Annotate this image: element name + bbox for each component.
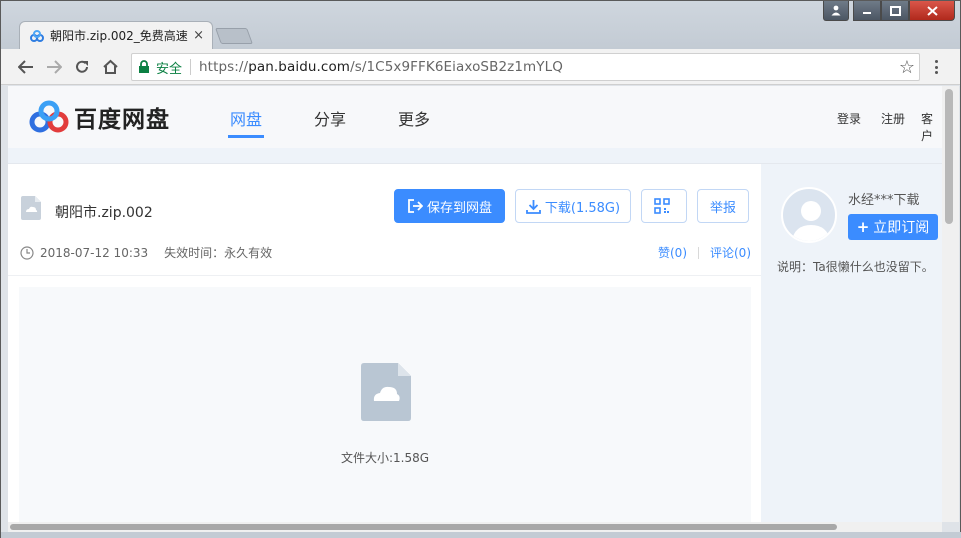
default-avatar-icon [791, 201, 831, 241]
bookmark-star-icon[interactable]: ☆ [899, 57, 915, 78]
feedback-links: 赞(0) 评论(0) [658, 244, 751, 261]
qr-code-icon [654, 198, 670, 214]
new-tab-button[interactable] [215, 28, 253, 44]
register-link[interactable]: 注册 [881, 110, 905, 127]
browser-toolbar: 安全 https://pan.baidu.com/s/1C5x9FFK6Eiax… [1, 49, 960, 85]
baidu-pan-favicon-icon [30, 29, 44, 42]
url-path: /s/1C5x9FFK6EiaxoSB2z1mYLQ [350, 59, 563, 75]
vertical-scroll-thumb[interactable] [945, 89, 953, 224]
baidu-pan-logo-icon [29, 100, 69, 133]
browser-window: 朝阳市.zip.002_免费高速 × 安全 https://pan.baidu.… [0, 0, 961, 538]
nav-netdisk[interactable]: 网盘 [227, 106, 265, 138]
logo-text: 百度网盘 [74, 107, 170, 133]
login-link[interactable]: 登录 [837, 110, 861, 127]
save-to-netdisk-button[interactable]: 保存到网盘 [394, 189, 505, 223]
subscribe-button[interactable]: + 立即订阅 [848, 214, 938, 240]
like-link[interactable]: 赞(0) [658, 244, 687, 261]
expiry-text: 失效时间：永久有效 [164, 246, 273, 260]
window-controls [823, 1, 955, 21]
person-icon [831, 5, 841, 16]
file-size-text: 文件大小:1.58G [340, 451, 430, 465]
clock-icon [20, 245, 34, 260]
lock-icon [139, 60, 149, 73]
title-bar: 朝阳市.zip.002_免费高速 × [1, 1, 960, 49]
sharer-description: 说明：Ta很懒什么也没留下。 [777, 260, 934, 274]
browser-menu-button[interactable] [928, 58, 944, 76]
url-scheme: https:// [199, 59, 249, 75]
window-bottom-frame [1, 532, 961, 538]
reload-button[interactable] [72, 57, 92, 77]
arrow-left-icon [18, 60, 33, 74]
secure-label: 安全 [156, 61, 183, 77]
save-icon [408, 199, 423, 213]
file-panel: 朝阳市.zip.002 保存到网盘 下载(1.58G) 举报 2018-07-1… [8, 164, 761, 522]
file-preview-area: 文件大小:1.58G [19, 287, 751, 522]
download-button-label: 下载(1.58G) [544, 200, 621, 216]
maximize-icon [889, 5, 901, 16]
minimize-icon [863, 11, 871, 14]
site-header: 百度网盘 网盘 分享 更多 登录 注册 客户 [8, 86, 942, 148]
user-profile-button[interactable] [823, 1, 849, 21]
reload-icon [76, 60, 88, 73]
back-button[interactable] [16, 57, 36, 77]
horizontal-scroll-thumb[interactable] [10, 524, 837, 530]
page-content: 百度网盘 网盘 分享 更多 登录 注册 客户 朝阳市.zip.002 保存到网盘… [8, 86, 942, 522]
subscribe-label: 立即订阅 [873, 220, 930, 236]
avatar[interactable] [781, 187, 837, 243]
tab-close-icon[interactable]: × [193, 28, 204, 43]
feedback-divider [698, 246, 699, 259]
save-button-label: 保存到网盘 [426, 200, 492, 216]
plus-icon: + [856, 218, 870, 236]
tab-title: 朝阳市.zip.002_免费高速 [50, 29, 188, 43]
close-icon [926, 5, 938, 16]
report-button[interactable]: 举报 [697, 189, 749, 223]
home-button[interactable] [100, 57, 120, 77]
maximize-button[interactable] [881, 1, 909, 21]
url-host: pan.baidu.com [248, 59, 351, 75]
address-divider [190, 59, 192, 75]
minimize-button[interactable] [853, 1, 881, 21]
arrow-right-icon [47, 60, 62, 74]
sharer-name[interactable]: 水经***下载 [848, 189, 920, 208]
share-date: 2018-07-12 10:33 [40, 245, 149, 260]
qr-code-button[interactable] [641, 189, 687, 223]
client-link[interactable]: 客户 [921, 110, 942, 144]
file-cloud-large-icon [361, 363, 411, 421]
file-name: 朝阳市.zip.002 [55, 205, 153, 221]
nav-share[interactable]: 分享 [314, 106, 346, 138]
nav-more[interactable]: 更多 [398, 106, 430, 138]
download-button[interactable]: 下载(1.58G) [515, 189, 631, 223]
sharer-panel: 水经***下载 + 立即订阅 说明：Ta很懒什么也没留下。 [761, 164, 942, 522]
file-info-section: 朝阳市.zip.002 保存到网盘 下载(1.58G) 举报 2018-07-1… [8, 164, 761, 276]
top-navigation: 网盘 分享 更多 [227, 106, 482, 138]
close-window-button[interactable] [909, 1, 955, 21]
url-text[interactable]: https://pan.baidu.com/s/1C5x9FFK6EiaxoSB… [199, 59, 563, 75]
browser-tab-active[interactable]: 朝阳市.zip.002_免费高速 × [19, 21, 213, 49]
file-meta: 2018-07-12 10:33 失效时间：永久有效 [20, 244, 272, 261]
address-bar[interactable]: 安全 https://pan.baidu.com/s/1C5x9FFK6Eiax… [131, 53, 920, 81]
forward-button[interactable] [44, 57, 64, 77]
home-icon [102, 59, 118, 74]
download-icon [526, 199, 541, 214]
file-cloud-icon [21, 196, 41, 220]
header-separator [8, 148, 942, 164]
comment-link[interactable]: 评论(0) [710, 244, 751, 261]
site-logo[interactable]: 百度网盘 [28, 100, 170, 134]
